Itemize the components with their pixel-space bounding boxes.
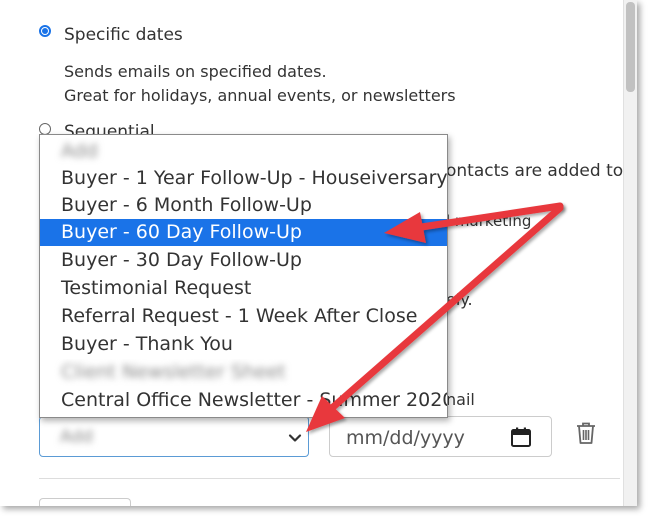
dropdown-option-8[interactable]: Buyer - Thank You: [40, 331, 447, 358]
email-template-select[interactable]: Add: [39, 416, 309, 457]
dropdown-option-2[interactable]: Buyer - 1 Year Follow-Up - Houseiversary…: [40, 165, 447, 192]
screenshot-stage: Specific dates Sends emails on specified…: [0, 0, 665, 516]
specific-dates-radio[interactable]: [39, 25, 51, 37]
send-date-input[interactable]: mm/dd/yyyy: [329, 416, 552, 457]
dropdown-option-7-label: Referral Request - 1 Week After Close: [61, 305, 418, 327]
dropdown-option-10[interactable]: Central Office Newsletter - Summer 2020: [40, 387, 447, 414]
date-placeholder: mm/dd/yyyy: [346, 427, 465, 449]
specific-dates-label: Specific dates: [64, 25, 183, 45]
section-divider: [39, 478, 620, 479]
sequential-description-fragment: ontacts are added to: [446, 161, 624, 181]
email-fragment: nail: [446, 390, 475, 409]
trash-icon[interactable]: [575, 421, 597, 445]
calendar-icon[interactable]: [510, 426, 532, 448]
dropdown-option-3[interactable]: Buyer - 6 Month Follow-Up: [40, 192, 447, 219]
dropdown-option-1[interactable]: Add: [40, 138, 447, 165]
specific-dates-description: Sends emails on specified dates.: [64, 62, 327, 81]
scrollbar-track[interactable]: [623, 0, 637, 506]
specific-dates-description-2: Great for holidays, annual events, or ne…: [64, 86, 456, 105]
dropdown-option-5[interactable]: Buyer - 30 Day Follow-Up: [40, 247, 447, 274]
partial-button[interactable]: [39, 498, 131, 506]
dropdown-option-10-label: Central Office Newsletter - Summer 2020: [61, 389, 447, 411]
chevron-down-icon: [288, 430, 302, 444]
dropdown-option-6-label: Testimonial Request: [61, 277, 252, 299]
immediately-fragment: ely.: [446, 290, 473, 309]
dropdown-option-6[interactable]: Testimonial Request: [40, 275, 447, 302]
dropdown-option-4-selected[interactable]: Buyer - 60 Day Follow-Up: [40, 219, 447, 246]
dropdown-option-7[interactable]: Referral Request - 1 Week After Close: [40, 303, 447, 330]
dropdown-option-9[interactable]: Client Newsletter Sheet: [40, 359, 447, 386]
dropdown-option-2-label: Buyer - 1 Year Follow-Up - Houseiversary…: [61, 167, 447, 189]
marketing-fragment: l marketing: [446, 212, 532, 230]
dropdown-option-3-label: Buyer - 6 Month Follow-Up: [61, 194, 312, 216]
email-template-dropdown[interactable]: Add Buyer - 1 Year Follow-Up - Houseiver…: [39, 134, 448, 418]
dropdown-option-5-label: Buyer - 30 Day Follow-Up: [61, 249, 302, 271]
email-schedule-panel: Specific dates Sends emails on specified…: [0, 0, 637, 506]
dropdown-option-8-label: Buyer - Thank You: [61, 333, 233, 355]
dropdown-option-9-label: Client Newsletter Sheet: [61, 361, 286, 383]
email-template-select-value: Add: [60, 427, 93, 447]
dropdown-option-4-label: Buyer - 60 Day Follow-Up: [61, 221, 302, 243]
dropdown-option-1-label: Add: [61, 140, 98, 162]
scrollbar-thumb[interactable]: [626, 2, 635, 92]
